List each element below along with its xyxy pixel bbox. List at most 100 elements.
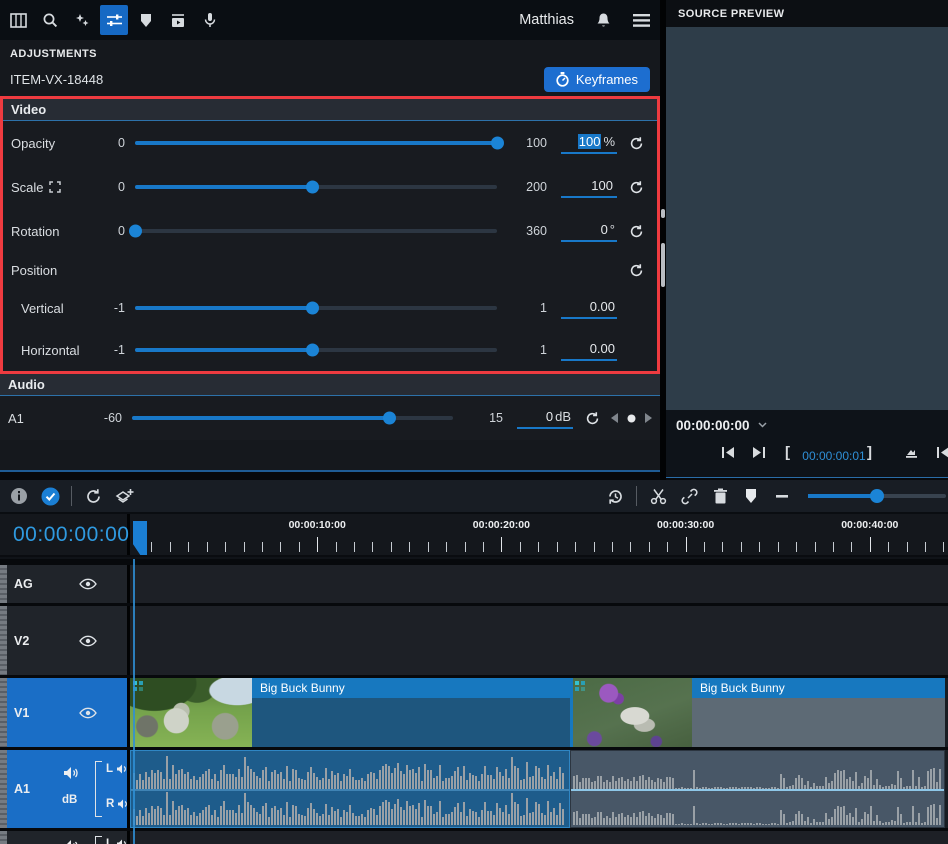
track-v1-visibility-icon[interactable] bbox=[79, 707, 97, 718]
track-v2-visibility-icon[interactable] bbox=[79, 635, 97, 646]
track-ag-content[interactable] bbox=[130, 565, 948, 603]
track-drag-grip[interactable] bbox=[0, 678, 7, 747]
track-a1-db-label[interactable]: dB bbox=[62, 794, 77, 806]
scale-input[interactable]: 100 bbox=[561, 176, 617, 198]
source-preview-viewport[interactable] bbox=[666, 27, 948, 410]
channel-left[interactable]: L bbox=[106, 763, 128, 775]
track-drag-grip[interactable] bbox=[0, 831, 7, 844]
track-v2-content[interactable] bbox=[130, 606, 948, 675]
zoom-out-icon[interactable] bbox=[769, 483, 795, 509]
playhead-marker[interactable] bbox=[133, 521, 147, 555]
clip-duration[interactable]: 00:00:00:01 bbox=[801, 449, 867, 463]
marker-flag-icon[interactable] bbox=[738, 483, 764, 509]
search-icon[interactable] bbox=[36, 5, 64, 35]
marker-icon[interactable] bbox=[132, 5, 160, 35]
go-to-start-icon[interactable] bbox=[936, 446, 948, 459]
volume-line[interactable] bbox=[131, 789, 569, 791]
adjustments-icon[interactable] bbox=[100, 5, 128, 35]
notifications-icon[interactable] bbox=[596, 12, 611, 28]
track-v1-header[interactable]: V1 bbox=[0, 678, 130, 747]
track-drag-grip[interactable] bbox=[0, 565, 7, 603]
track-a2-content[interactable] bbox=[130, 831, 948, 844]
scrollbar-mark[interactable] bbox=[661, 209, 665, 218]
horizontal-input[interactable]: 0.00 bbox=[561, 339, 617, 361]
a1-volume-slider[interactable] bbox=[132, 416, 453, 420]
opacity-reset-icon[interactable] bbox=[623, 136, 649, 151]
prev-keyframe-icon[interactable] bbox=[611, 413, 618, 423]
media-browser-icon[interactable] bbox=[4, 5, 32, 35]
add-keyframe-icon[interactable] bbox=[627, 414, 636, 423]
track-a1-mute-icon[interactable] bbox=[63, 766, 79, 780]
opacity-slider[interactable] bbox=[135, 141, 497, 145]
menu-icon[interactable] bbox=[633, 14, 650, 27]
a1-slider-handle[interactable] bbox=[383, 412, 396, 425]
a1-reset-icon[interactable] bbox=[579, 411, 605, 426]
position-label: Position bbox=[11, 263, 97, 278]
delete-icon[interactable] bbox=[707, 483, 733, 509]
refresh-icon[interactable] bbox=[80, 483, 106, 509]
overwrite-icon[interactable] bbox=[904, 446, 919, 459]
chevron-down-icon[interactable] bbox=[758, 422, 767, 428]
video-clip-1[interactable]: Big Buck Bunny bbox=[130, 678, 570, 747]
rotation-slider-handle[interactable] bbox=[129, 225, 142, 238]
opacity-slider-handle[interactable] bbox=[491, 137, 504, 150]
next-keyframe-icon[interactable] bbox=[645, 413, 652, 423]
user-name[interactable]: Matthias bbox=[519, 12, 574, 28]
current-timecode[interactable]: 00:00:00:00 bbox=[0, 514, 130, 555]
toolbar-divider bbox=[71, 486, 72, 506]
track-ag-header[interactable]: AG bbox=[0, 565, 130, 603]
opacity-input[interactable]: 100% bbox=[561, 132, 617, 154]
scrollbar-thumb[interactable] bbox=[661, 243, 665, 287]
source-timecode-row: 00:00:00:00 bbox=[666, 410, 948, 440]
scale-slider-handle[interactable] bbox=[306, 181, 319, 194]
export-icon[interactable] bbox=[164, 5, 192, 35]
scale-slider[interactable] bbox=[135, 185, 497, 189]
audio-clip-2[interactable] bbox=[570, 750, 945, 828]
horizontal-slider-handle[interactable] bbox=[306, 344, 319, 357]
source-timecode[interactable]: 00:00:00:00 bbox=[676, 418, 750, 433]
track-drag-grip[interactable] bbox=[0, 606, 7, 675]
a1-input[interactable]: 0dB bbox=[517, 407, 573, 429]
cut-icon[interactable] bbox=[645, 483, 671, 509]
rotation-input[interactable]: 0° bbox=[561, 220, 617, 242]
channel-right[interactable]: R bbox=[106, 798, 129, 810]
volume-line[interactable] bbox=[571, 789, 944, 791]
track-a2-header[interactable]: L bbox=[0, 831, 130, 844]
track-a1-content[interactable] bbox=[130, 750, 948, 828]
scale-row: Scale 0 200 100 bbox=[3, 165, 657, 209]
voiceover-icon[interactable] bbox=[196, 5, 224, 35]
approve-check-icon[interactable] bbox=[37, 483, 63, 509]
go-to-out-icon[interactable] bbox=[752, 446, 766, 459]
rotation-reset-icon[interactable] bbox=[623, 224, 649, 239]
timeline-ruler[interactable]: 00:00:10:0000:00:20:0000:00:30:0000:00:4… bbox=[133, 514, 948, 555]
vertical-input[interactable]: 0.00 bbox=[561, 297, 617, 319]
mark-in-bracket[interactable]: [ bbox=[785, 444, 790, 461]
track-a1-header[interactable]: A1 dB L R bbox=[0, 750, 130, 828]
effects-icon[interactable] bbox=[68, 5, 96, 35]
timeline-zoom-slider[interactable] bbox=[808, 494, 946, 498]
rotation-slider[interactable] bbox=[135, 229, 497, 233]
channel-left[interactable]: L bbox=[106, 838, 128, 844]
track-a2-mute-icon[interactable] bbox=[63, 839, 79, 844]
add-layer-icon[interactable] bbox=[111, 483, 137, 509]
track-v2-header[interactable]: V2 bbox=[0, 606, 130, 675]
link-icon[interactable] bbox=[676, 483, 702, 509]
track-ag-visibility-icon[interactable] bbox=[79, 579, 97, 590]
track-v1-content[interactable]: Big Buck Bunny Big Buck Bunny bbox=[130, 678, 948, 747]
video-section: Video Opacity 0 100 100% Scale 0 200 100 bbox=[0, 96, 660, 374]
vertical-slider-handle[interactable] bbox=[306, 302, 319, 315]
audio-clip-1[interactable] bbox=[130, 750, 570, 828]
info-icon[interactable] bbox=[6, 483, 32, 509]
horizontal-slider[interactable] bbox=[135, 348, 497, 352]
position-reset-icon[interactable] bbox=[623, 263, 649, 278]
go-to-in-icon[interactable] bbox=[721, 446, 735, 459]
keyframes-button[interactable]: Keyframes bbox=[544, 67, 650, 92]
video-clip-2[interactable]: Big Buck Bunny bbox=[570, 678, 945, 747]
vertical-slider[interactable] bbox=[135, 306, 497, 310]
zoom-slider-handle[interactable] bbox=[870, 489, 884, 503]
track-drag-grip[interactable] bbox=[0, 750, 7, 828]
mark-out-bracket[interactable]: ] bbox=[867, 444, 872, 461]
track-v1-label: V1 bbox=[14, 706, 29, 720]
scale-reset-icon[interactable] bbox=[623, 180, 649, 195]
history-icon[interactable] bbox=[602, 483, 628, 509]
